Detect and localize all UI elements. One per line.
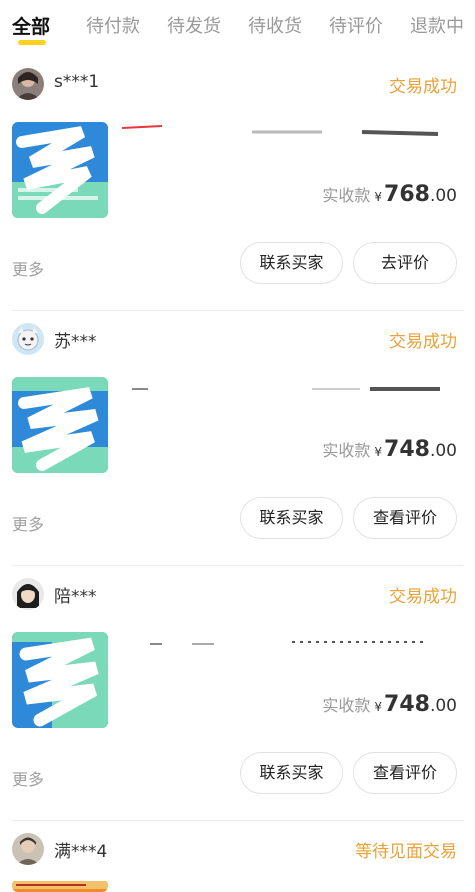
buyer-name[interactable]: 陪*** (54, 582, 97, 607)
contact-buyer-button[interactable]: 联系买家 (240, 497, 343, 539)
buyer-avatar[interactable] (12, 68, 44, 100)
currency-symbol: ¥ (374, 700, 383, 714)
order-status: 交易成功 (389, 77, 457, 97)
currency-symbol: ¥ (374, 445, 383, 459)
price-integer: 748 (384, 437, 430, 462)
redacted-product-title (150, 641, 428, 645)
tab-pending-receipt[interactable]: 待收货 (248, 12, 302, 38)
buyer-name[interactable]: 苏*** (54, 327, 97, 352)
buyer-avatar[interactable] (12, 833, 44, 865)
price-decimal: .00 (429, 696, 457, 716)
order-card[interactable]: 苏*** 交易成功 实收款 ¥ 748 .00 更多 联系买家 查看评价 (0, 311, 475, 566)
contact-buyer-button[interactable]: 联系买家 (240, 242, 343, 284)
tab-pending-review[interactable]: 待评价 (329, 12, 383, 38)
more-button[interactable]: 更多 (12, 511, 44, 535)
currency-symbol: ¥ (374, 190, 383, 204)
buyer-avatar[interactable] (12, 578, 44, 610)
view-review-button[interactable]: 查看评价 (353, 752, 457, 794)
product-thumbnail[interactable] (12, 122, 108, 218)
received-amount: 实收款 ¥ 768 .00 (322, 182, 457, 207)
order-card[interactable]: 满***4 等待见面交易 (0, 821, 475, 892)
product-thumbnail[interactable] (12, 632, 108, 728)
buyer-avatar[interactable] (12, 323, 44, 355)
more-button[interactable]: 更多 (12, 256, 44, 280)
more-button[interactable]: 更多 (12, 766, 44, 790)
price-integer: 768 (384, 182, 430, 207)
redacted-product-title (132, 387, 440, 391)
received-amount: 实收款 ¥ 748 .00 (322, 692, 457, 717)
received-amount: 实收款 ¥ 748 .00 (322, 437, 457, 462)
tab-pending-shipment[interactable]: 待发货 (167, 12, 221, 38)
tab-all[interactable]: 全部 (12, 12, 50, 39)
product-thumbnail[interactable] (12, 377, 108, 473)
view-review-button[interactable]: 查看评价 (353, 497, 457, 539)
order-card[interactable]: s***1 交易成功 实收款 ¥ 768 .00 更多 联系买家 去评价 (0, 56, 475, 311)
review-button[interactable]: 去评价 (353, 242, 457, 284)
order-status: 交易成功 (389, 332, 457, 352)
buyer-name[interactable]: 满***4 (54, 837, 107, 862)
order-status: 交易成功 (389, 587, 457, 607)
price-integer: 748 (384, 692, 430, 717)
price-label: 实收款 (322, 441, 371, 460)
price-decimal: .00 (429, 186, 457, 206)
price-label: 实收款 (322, 186, 371, 205)
buyer-name[interactable]: s***1 (54, 72, 99, 92)
order-status-tabs: 全部 待付款 待发货 待收货 待评价 退款中 (0, 0, 475, 52)
order-status: 等待见面交易 (355, 842, 457, 862)
redacted-product-title (122, 125, 439, 136)
price-decimal: .00 (429, 441, 457, 461)
product-thumbnail[interactable] (12, 879, 108, 892)
tab-pending-payment[interactable]: 待付款 (86, 12, 140, 38)
tab-refunding[interactable]: 退款中 (410, 12, 464, 38)
price-label: 实收款 (322, 696, 371, 715)
active-tab-indicator (18, 40, 46, 45)
contact-buyer-button[interactable]: 联系买家 (240, 752, 343, 794)
order-card[interactable]: 陪*** 交易成功 实收款 ¥ 748 .00 更多 联系买家 查看评价 (0, 566, 475, 821)
